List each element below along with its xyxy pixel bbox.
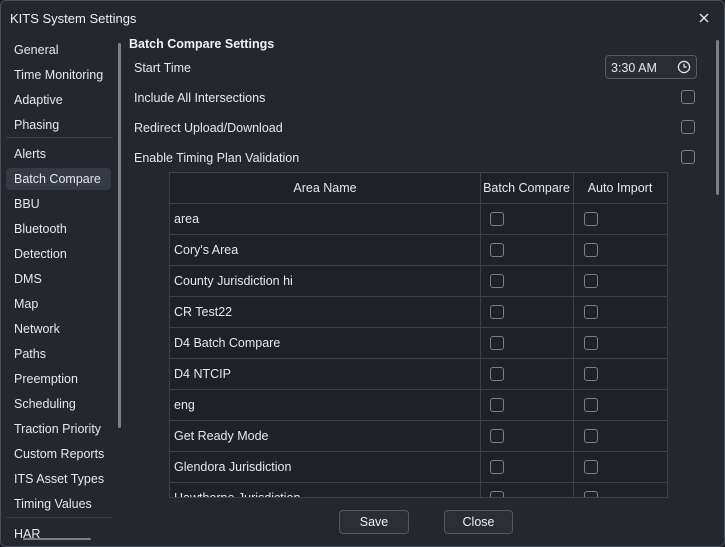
- include-all-intersections-label: Include All Intersections: [134, 91, 266, 105]
- batch-compare-checkbox[interactable]: [490, 274, 504, 288]
- area-name-cell: D4 Batch Compare: [174, 336, 281, 350]
- area-name-cell: eng: [174, 398, 195, 412]
- sidebar-item-its-asset-types[interactable]: ITS Asset Types: [6, 468, 111, 490]
- sidebar-scrollbar[interactable]: [118, 43, 121, 428]
- batch-compare-checkbox[interactable]: [490, 460, 504, 474]
- column-divider: [573, 173, 574, 497]
- table-row[interactable]: Cory's Area: [170, 235, 667, 266]
- area-name-cell: area: [174, 212, 200, 226]
- area-name-cell: CR Test22: [174, 305, 233, 319]
- column-header-batch-compare[interactable]: Batch Compare: [480, 173, 573, 204]
- enable-timing-plan-validation-checkbox[interactable]: [681, 150, 695, 164]
- area-name-cell: County Jurisdiction hi: [174, 274, 293, 288]
- sidebar-item-time-monitoring[interactable]: Time Monitoring: [6, 64, 111, 86]
- table-row[interactable]: CR Test22: [170, 297, 667, 328]
- window-title: KITS System Settings: [10, 11, 137, 26]
- auto-import-checkbox[interactable]: [584, 305, 598, 319]
- save-button[interactable]: Save: [339, 510, 409, 534]
- batch-compare-checkbox[interactable]: [490, 305, 504, 319]
- redirect-upload-download-checkbox[interactable]: [681, 120, 695, 134]
- sidebar-item-scheduling[interactable]: Scheduling: [6, 393, 111, 415]
- sidebar-item-adaptive[interactable]: Adaptive: [6, 89, 111, 111]
- auto-import-checkbox[interactable]: [584, 336, 598, 350]
- table-row[interactable]: Get Ready Mode: [170, 421, 667, 452]
- sidebar-item-batch-compare[interactable]: Batch Compare: [6, 168, 111, 190]
- section-title: Batch Compare Settings: [129, 37, 275, 51]
- auto-import-checkbox[interactable]: [584, 491, 598, 497]
- table-row[interactable]: Glendora Jurisdiction: [170, 452, 667, 483]
- redirect-upload-download-label: Redirect Upload/Download: [134, 121, 283, 135]
- sidebar-item-network[interactable]: Network: [6, 318, 111, 340]
- close-button[interactable]: Close: [444, 510, 513, 534]
- sidebar-item-custom-reports[interactable]: Custom Reports: [6, 443, 111, 465]
- auto-import-checkbox[interactable]: [584, 429, 598, 443]
- sidebar-item-general[interactable]: General: [6, 39, 111, 61]
- auto-import-checkbox[interactable]: [584, 274, 598, 288]
- column-divider: [480, 173, 481, 497]
- batch-compare-checkbox[interactable]: [490, 336, 504, 350]
- batch-compare-checkbox[interactable]: [490, 491, 504, 497]
- enable-timing-plan-validation-label: Enable Timing Plan Validation: [134, 151, 300, 165]
- area-name-cell: Hawthorne Jurisdiction: [174, 491, 301, 498]
- sidebar-item-phasing[interactable]: Phasing: [6, 114, 111, 136]
- area-name-cell: Cory's Area: [174, 243, 239, 257]
- batch-compare-checkbox[interactable]: [490, 429, 504, 443]
- start-time-label: Start Time: [134, 61, 191, 75]
- include-all-intersections-checkbox[interactable]: [681, 90, 695, 104]
- main-scrollbar[interactable]: [716, 40, 719, 195]
- auto-import-checkbox[interactable]: [584, 460, 598, 474]
- sidebar: General Time Monitoring Adaptive Phasing…: [1, 37, 123, 540]
- table-row[interactable]: County Jurisdiction hi: [170, 266, 667, 297]
- sidebar-item-bluetooth[interactable]: Bluetooth: [6, 218, 111, 240]
- sidebar-divider: [6, 137, 113, 138]
- title-bar: KITS System Settings: [1, 1, 724, 35]
- sidebar-item-preemption[interactable]: Preemption: [6, 368, 111, 390]
- batch-compare-checkbox[interactable]: [490, 367, 504, 381]
- batch-compare-panel: Batch Compare Settings Start Time 3:30 A…: [123, 35, 724, 498]
- sidebar-item-alerts[interactable]: Alerts: [6, 143, 111, 165]
- sidebar-item-paths[interactable]: Paths: [6, 343, 111, 365]
- table-row[interactable]: area: [170, 204, 667, 235]
- column-header-area-name[interactable]: Area Name: [170, 173, 480, 204]
- area-name-cell: D4 NTCIP: [174, 367, 231, 381]
- settings-window: KITS System Settings General Time Monito…: [0, 0, 725, 547]
- dialog-footer: Save Close: [1, 498, 724, 546]
- close-icon[interactable]: [694, 8, 714, 28]
- column-header-auto-import[interactable]: Auto Import: [573, 173, 667, 204]
- table-row[interactable]: eng: [170, 390, 667, 421]
- table-row[interactable]: D4 NTCIP: [170, 359, 667, 390]
- area-table: Area Name Batch Compare Auto Import area…: [169, 172, 668, 498]
- batch-compare-checkbox[interactable]: [490, 243, 504, 257]
- start-time-value: 3:30 AM: [611, 61, 657, 75]
- clock-icon[interactable]: [677, 60, 691, 74]
- sidebar-item-bbu[interactable]: BBU: [6, 193, 111, 215]
- sidebar-item-map[interactable]: Map: [6, 293, 111, 315]
- auto-import-checkbox[interactable]: [584, 212, 598, 226]
- auto-import-checkbox[interactable]: [584, 398, 598, 412]
- auto-import-checkbox[interactable]: [584, 243, 598, 257]
- table-header: Area Name Batch Compare Auto Import: [170, 173, 667, 204]
- area-name-cell: Glendora Jurisdiction: [174, 460, 292, 474]
- start-time-picker[interactable]: 3:30 AM: [605, 55, 697, 79]
- auto-import-checkbox[interactable]: [584, 367, 598, 381]
- sidebar-item-traction-priority[interactable]: Traction Priority: [6, 418, 111, 440]
- sidebar-item-dms[interactable]: DMS: [6, 268, 111, 290]
- table-row[interactable]: D4 Batch Compare: [170, 328, 667, 359]
- sidebar-item-detection[interactable]: Detection: [6, 243, 111, 265]
- batch-compare-checkbox[interactable]: [490, 212, 504, 226]
- batch-compare-checkbox[interactable]: [490, 398, 504, 412]
- area-name-cell: Get Ready Mode: [174, 429, 269, 443]
- table-row[interactable]: Hawthorne Jurisdiction: [170, 483, 667, 498]
